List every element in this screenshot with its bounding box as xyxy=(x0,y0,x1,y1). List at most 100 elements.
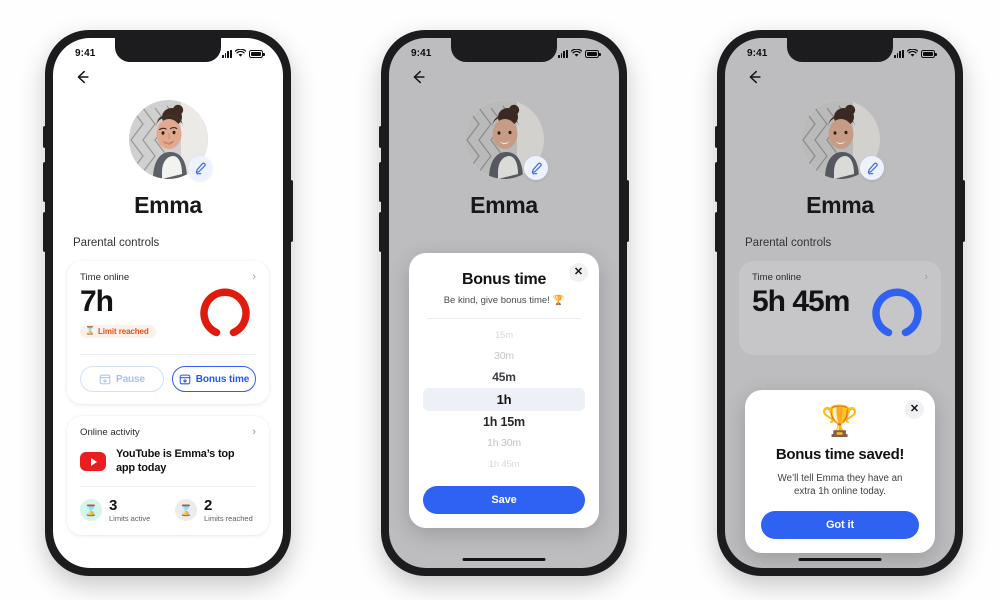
battery-icon xyxy=(249,50,265,58)
time-metric-row: 7h ⌛ Limit reached xyxy=(80,285,256,343)
power-button[interactable] xyxy=(290,180,293,242)
limits-active-stat[interactable]: ⌛ 3 Limits active xyxy=(80,497,161,523)
online-activity-header[interactable]: Online activity › xyxy=(80,427,256,439)
edit-avatar-button xyxy=(859,156,884,180)
chevron-right-icon[interactable]: › xyxy=(252,427,256,438)
avatar-wrapper xyxy=(464,100,548,180)
phone-screen-2: 9:41 Emma ✕ Bonus time Be kind, give bon… xyxy=(389,38,619,568)
status-icons xyxy=(557,48,601,58)
time-online-card: Time online › 5h 45m xyxy=(739,261,941,355)
hourglass-icon: ⌛ xyxy=(85,326,95,336)
edit-avatar-button[interactable] xyxy=(187,156,212,180)
status-icons xyxy=(893,48,937,58)
hourglass-icon: ⌛ xyxy=(175,499,197,522)
notch xyxy=(787,38,893,62)
volume-down-button[interactable] xyxy=(715,212,718,252)
time-gauge-red xyxy=(200,288,250,343)
back-arrow-icon[interactable] xyxy=(73,68,91,86)
phone-mockup-1: 9:41 Emma Parental controls Time online … xyxy=(43,30,293,576)
pencil-edit-icon xyxy=(867,162,878,174)
online-activity-label: Online activity xyxy=(80,427,140,438)
wifi-icon xyxy=(571,48,582,57)
got-it-button[interactable]: Got it xyxy=(761,510,919,539)
picker-option[interactable]: 15m xyxy=(423,325,585,345)
picker-option[interactable]: 1h 30m xyxy=(423,433,585,453)
picker-option[interactable]: 30m xyxy=(423,346,585,366)
picker-option[interactable]: 1h 15m xyxy=(423,412,585,432)
chevron-right-icon[interactable]: › xyxy=(252,272,256,283)
limits-stats-row: ⌛ 3 Limits active ⌛ 2 Limits reached xyxy=(80,497,256,523)
cellular-signal-icon xyxy=(893,49,904,58)
online-activity-card[interactable]: Online activity › YouTube is Emma’s top … xyxy=(67,416,269,536)
volume-up-button[interactable] xyxy=(43,162,46,202)
wifi-icon xyxy=(907,48,918,57)
back-arrow-icon[interactable] xyxy=(745,68,763,86)
picker-option[interactable]: 45m xyxy=(423,367,585,387)
phone-mockup-3: 9:41 Emma Parental controls Time online … xyxy=(715,30,965,576)
volume-down-button[interactable] xyxy=(379,212,382,252)
silent-switch[interactable] xyxy=(715,126,718,148)
phone-screen-1: 9:41 Emma Parental controls Time online … xyxy=(53,38,283,568)
screenshot-canvas: 9:41 Emma Parental controls Time online … xyxy=(0,0,1000,600)
wifi-icon xyxy=(235,48,246,57)
limits-active-label: Limits active xyxy=(109,514,151,524)
duration-picker[interactable]: 15m 30m 45m 1h 1h 15m 1h 30m 1h 45m xyxy=(423,325,585,474)
battery-icon xyxy=(921,50,937,58)
limits-active-count: 3 xyxy=(109,497,118,515)
notch xyxy=(451,38,557,62)
bonus-time-icon xyxy=(179,374,191,385)
bonus-time-modal: ✕ Bonus time Be kind, give bonus time! 🏆… xyxy=(409,253,599,528)
bonus-time-button[interactable]: Bonus time xyxy=(172,366,256,392)
top-app-row[interactable]: YouTube is Emma’s top app today xyxy=(80,448,256,475)
status-time: 9:41 xyxy=(75,47,96,59)
edit-avatar-button xyxy=(523,156,548,180)
avatar-wrapper[interactable] xyxy=(128,100,212,180)
bonus-time-button-label: Bonus time xyxy=(195,373,250,385)
limits-reached-stat[interactable]: ⌛ 2 Limits reached xyxy=(175,497,256,523)
modal-body: We’ll tell Emma they have an extra 1h on… xyxy=(777,473,903,498)
cellular-signal-icon xyxy=(221,49,232,58)
pause-button[interactable]: Pause xyxy=(80,366,164,392)
silent-switch[interactable] xyxy=(43,126,46,148)
limits-reached-label: Limits reached xyxy=(204,514,253,524)
home-indicator xyxy=(798,557,882,561)
pause-schedule-icon xyxy=(99,374,111,385)
battery-icon xyxy=(585,50,601,58)
limits-reached-count: 2 xyxy=(204,497,213,515)
status-time: 9:41 xyxy=(411,47,432,59)
time-metric-left: 5h 45m xyxy=(752,285,850,318)
picker-option[interactable]: 1h 45m xyxy=(423,454,585,474)
picker-option-selected[interactable]: 1h xyxy=(423,388,585,411)
time-online-value: 7h xyxy=(80,285,114,318)
youtube-icon xyxy=(80,452,106,472)
phone-screen-3: 9:41 Emma Parental controls Time online … xyxy=(725,38,955,568)
volume-up-button[interactable] xyxy=(379,162,382,202)
card-divider xyxy=(80,486,256,488)
pencil-edit-icon xyxy=(531,162,542,174)
close-icon: ✕ xyxy=(573,266,584,278)
modal-divider xyxy=(427,318,581,319)
status-badge: ⌛ Limit reached xyxy=(80,324,156,338)
time-online-header[interactable]: Time online › xyxy=(80,272,256,284)
chevron-right-icon: › xyxy=(924,271,928,283)
save-button[interactable]: Save xyxy=(423,486,585,514)
volume-down-button[interactable] xyxy=(43,212,46,252)
close-modal-button[interactable]: ✕ xyxy=(569,263,588,282)
notch xyxy=(115,38,221,62)
home-indicator xyxy=(462,557,546,561)
page-title: Emma xyxy=(134,192,202,218)
back-arrow-icon[interactable] xyxy=(409,68,427,86)
time-actions-row: Pause Bonus time xyxy=(80,366,256,392)
modal-title: Bonus time saved! xyxy=(775,446,905,463)
top-app-text: YouTube is Emma’s top app today xyxy=(116,448,235,474)
close-modal-button[interactable]: ✕ xyxy=(905,400,924,419)
time-online-card[interactable]: Time online › 7h ⌛ Limit reached Pause B… xyxy=(67,261,269,404)
power-button[interactable] xyxy=(626,180,629,242)
pencil-edit-icon xyxy=(195,162,206,174)
time-online-header: Time online › xyxy=(752,271,928,284)
silent-switch[interactable] xyxy=(379,126,382,148)
volume-up-button[interactable] xyxy=(715,162,718,202)
avatar-wrapper xyxy=(800,100,884,180)
time-gauge-blue xyxy=(872,288,922,343)
power-button[interactable] xyxy=(962,180,965,242)
